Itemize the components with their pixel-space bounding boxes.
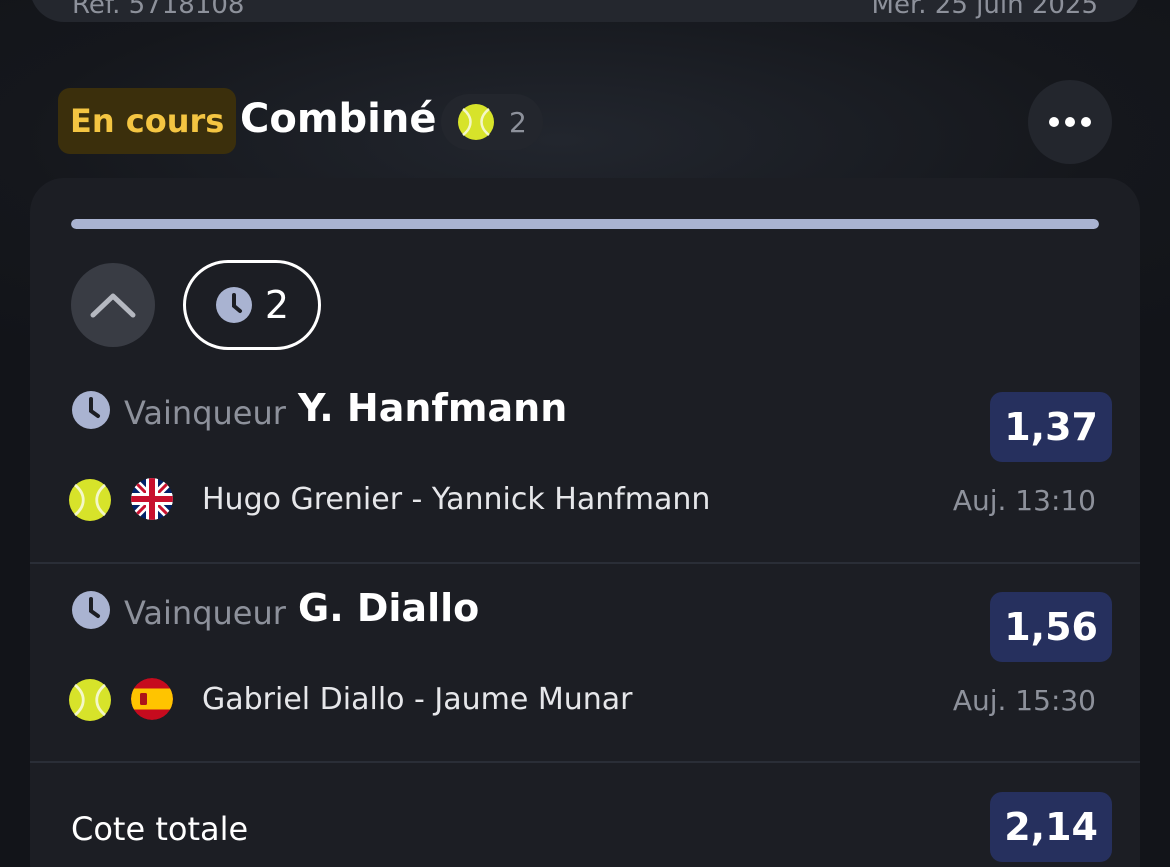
tennis-ball-icon bbox=[69, 479, 111, 521]
selection-match: Gabriel Diallo - Jaume Munar bbox=[202, 682, 633, 717]
spain-flag-icon bbox=[131, 678, 173, 720]
selection-time: Auj. 13:10 bbox=[952, 484, 1096, 517]
selection-pick: Y. Hanfmann bbox=[298, 386, 568, 430]
total-odds-label: Cote totale bbox=[71, 810, 249, 848]
status-badge: En cours bbox=[58, 88, 237, 154]
selection-item[interactable]: Vainqueur G. Diallo 1,56 Gabriel Diallo … bbox=[30, 564, 1140, 764]
clock-icon bbox=[215, 287, 252, 323]
previous-bet-date: Mer. 25 juin 2025 bbox=[871, 0, 1098, 20]
total-odds-value: 2,14 bbox=[990, 792, 1112, 862]
more-options-button[interactable] bbox=[1028, 80, 1112, 164]
selection-odds: 1,56 bbox=[990, 592, 1112, 662]
clock-icon bbox=[72, 591, 110, 629]
bet-card: 2 Vainqueur Y. Hanfmann 1,37 Hugo Grenie… bbox=[30, 178, 1140, 867]
chevron-up-icon bbox=[90, 293, 136, 318]
selection-pick: G. Diallo bbox=[298, 586, 480, 630]
selection-item[interactable]: Vainqueur Y. Hanfmann 1,37 Hugo Grenier … bbox=[30, 364, 1140, 564]
collapse-button[interactable] bbox=[71, 263, 155, 347]
more-dot bbox=[1065, 117, 1075, 127]
sport-count: 2 bbox=[509, 105, 527, 139]
progress-fill bbox=[71, 219, 1099, 229]
sport-count-chip: 2 bbox=[441, 94, 543, 150]
previous-bet-card[interactable]: Réf. 5718108 Mer. 25 juin 2025 bbox=[30, 0, 1140, 22]
clock-icon bbox=[72, 391, 110, 429]
divider bbox=[30, 761, 1140, 763]
selection-odds: 1,37 bbox=[990, 392, 1112, 462]
previous-bet-reference: Réf. 5718108 bbox=[72, 0, 245, 20]
more-dot bbox=[1081, 117, 1091, 127]
progress-bar bbox=[71, 219, 1099, 229]
tennis-ball-icon bbox=[458, 104, 494, 140]
tennis-ball-icon bbox=[69, 679, 111, 721]
united-kingdom-flag-icon bbox=[131, 478, 173, 520]
selection-market: Vainqueur bbox=[124, 394, 286, 432]
bet-history-screen: Réf. 5718108 Mer. 25 juin 2025 En cours … bbox=[0, 0, 1170, 867]
selection-time: Auj. 15:30 bbox=[952, 684, 1096, 717]
selection-match: Hugo Grenier - Yannick Hanfmann bbox=[202, 482, 711, 517]
more-dots-icon bbox=[1049, 117, 1059, 127]
pending-filter-chip[interactable]: 2 bbox=[183, 260, 321, 350]
selection-market: Vainqueur bbox=[124, 594, 286, 632]
bet-type-title: Combiné bbox=[240, 96, 437, 142]
pending-count: 2 bbox=[264, 283, 290, 327]
